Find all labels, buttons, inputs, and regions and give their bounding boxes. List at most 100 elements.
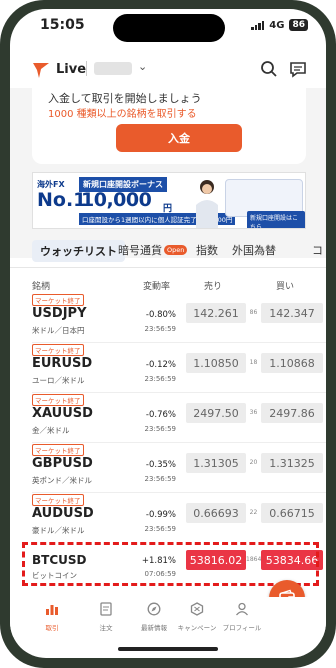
bottom-navigation: 取引 注文 最新情報 キャンペーン プロフィール: [10, 597, 326, 637]
message-icon[interactable]: [289, 60, 307, 78]
ad-person-image: [196, 180, 218, 228]
symbol-name: 金／米ドル: [32, 426, 70, 435]
market-closed-badge: マーケット終了: [32, 344, 84, 356]
column-change: 変動率: [143, 282, 171, 292]
symbol-label: GBPUSD: [32, 456, 93, 471]
deposit-button[interactable]: 入金: [116, 124, 242, 152]
column-sell: 売り: [204, 282, 223, 292]
brand-logo-icon: [33, 63, 49, 78]
market-tabs: ウォッチリスト 暗号通貨 Open 指数 外国為替 コ: [10, 238, 326, 266]
change-percent: -0.76%: [145, 410, 176, 420]
promo-title: 入金して取引を開始しましょう: [48, 92, 202, 105]
market-closed-badge: マーケット終了: [32, 394, 84, 406]
tab-forex[interactable]: 外国為替: [232, 242, 276, 258]
change-percent: -0.12%: [145, 360, 176, 370]
market-closed-badge: マーケット終了: [32, 294, 84, 306]
status-bar: 15:05 4G 86: [10, 9, 326, 47]
buy-price-button[interactable]: 1.10868: [261, 353, 323, 373]
symbol-label: XAUUSD: [32, 406, 93, 421]
tab-crypto-label: 暗号通貨: [118, 244, 162, 257]
status-time: 15:05: [40, 17, 85, 33]
app-header: Live ⌄: [10, 54, 326, 88]
tab-crypto[interactable]: 暗号通貨 Open: [118, 242, 188, 258]
ad-amount: 10,000: [81, 189, 152, 211]
deposit-promo-card: 入金して取引を開始しましょう 1000 種類以上の銘柄を取引する 入金: [32, 88, 306, 164]
symbol-name: ユーロ／米ドル: [32, 376, 85, 385]
row-divider: [32, 392, 326, 393]
symbol-name: 米ドル／日本円: [32, 326, 85, 335]
spread-value: 20: [249, 459, 258, 466]
document-icon: [100, 602, 112, 616]
spread-value: 36: [249, 409, 258, 416]
highlight-annotation-box: [22, 542, 319, 586]
change-percent: -0.35%: [145, 460, 176, 470]
account-number-masked[interactable]: [94, 62, 132, 75]
chevron-down-icon[interactable]: ⌄: [138, 60, 147, 73]
ad-rank-block: 海外FX No.1: [37, 179, 87, 211]
bonus-ad-banner[interactable]: 海外FX No.1 新規口座開設ボーナス 10,000 円 口座開設から1週間以…: [32, 172, 306, 229]
buy-price-button[interactable]: 1.31325: [261, 453, 323, 473]
row-divider: [32, 492, 326, 493]
tab-watchlist[interactable]: ウォッチリスト: [32, 240, 125, 262]
buy-price-button[interactable]: 2497.86: [261, 403, 323, 423]
open-badge: Open: [164, 245, 188, 255]
chart-bars-icon: [46, 605, 58, 615]
nav-trade-label: 取引: [45, 624, 59, 632]
search-icon[interactable]: [260, 60, 278, 78]
compass-icon: [147, 602, 161, 616]
quote-time: 23:56:59: [144, 325, 176, 333]
gift-icon: [190, 602, 204, 616]
quote-row-usdjpy[interactable]: マーケット終了 USDJPY 米ドル／日本円 -0.80% 23:56:59 1…: [10, 294, 326, 343]
quote-time: 23:56:59: [144, 475, 176, 483]
dynamic-island: [113, 14, 225, 42]
change-percent: -0.80%: [145, 310, 176, 320]
nav-profile[interactable]: プロフィール: [214, 601, 270, 632]
sell-price-button[interactable]: 142.261: [186, 303, 246, 323]
quote-row-xauusd[interactable]: マーケット終了 XAUUSD 金／米ドル -0.76% 23:56:59 249…: [10, 394, 326, 443]
tabs-divider: [10, 267, 326, 268]
signal-icon: [251, 20, 265, 30]
ad-cta[interactable]: 新規口座開設はこちら: [247, 211, 305, 228]
spread-value: 86: [249, 309, 258, 316]
symbol-label: EURUSD: [32, 356, 93, 371]
quote-time: 23:56:59: [144, 425, 176, 433]
change-percent: -0.99%: [145, 510, 176, 520]
header-divider: [86, 61, 87, 76]
quote-row-eurusd[interactable]: マーケット終了 EURUSD ユーロ／米ドル -0.12% 23:56:59 1…: [10, 344, 326, 393]
promo-subtitle: 1000 種類以上の銘柄を取引する: [48, 109, 197, 120]
spread-value: 22: [249, 509, 258, 516]
home-indicator: [118, 647, 218, 651]
status-indicators: 4G 86: [251, 19, 308, 31]
spread-value: 18: [249, 359, 258, 366]
symbol-label: AUDUSD: [32, 506, 94, 521]
quote-row-gbpusd[interactable]: マーケット終了 GBPUSD 英ポンド／米ドル -0.35% 23:56:59 …: [10, 444, 326, 493]
ad-no1-text: No.1: [37, 189, 87, 211]
account-type-label[interactable]: Live: [56, 62, 86, 77]
phone-frame: 15:05 4G 86 Live ⌄ 入金して取引を開始しましょう 1000 種…: [0, 0, 336, 668]
column-buy: 買い: [276, 282, 295, 292]
quote-row-audusd[interactable]: マーケット終了 AUDUSD 豪ドル／米ドル -0.99% 23:56:59 0…: [10, 494, 326, 543]
tab-indices[interactable]: 指数: [196, 242, 218, 258]
buy-price-button[interactable]: 142.347: [261, 303, 323, 323]
symbol-name: 英ポンド／米ドル: [32, 476, 92, 485]
nav-trade[interactable]: 取引: [24, 601, 80, 632]
sell-price-button[interactable]: 1.31305: [186, 453, 246, 473]
market-closed-badge: マーケット終了: [32, 444, 84, 456]
person-icon: [236, 602, 248, 616]
tab-commodities[interactable]: コ: [312, 242, 323, 258]
buy-price-button[interactable]: 0.66715: [261, 503, 323, 523]
nav-profile-label: プロフィール: [222, 624, 262, 632]
column-symbol: 銘柄: [32, 282, 51, 292]
sell-price-button[interactable]: 0.66693: [186, 503, 246, 523]
sell-price-button[interactable]: 1.10850: [186, 353, 246, 373]
sell-price-button[interactable]: 2497.50: [186, 403, 246, 423]
row-divider: [32, 442, 326, 443]
quote-time: 23:56:59: [144, 375, 176, 383]
symbol-label: USDJPY: [32, 306, 87, 321]
quote-time: 23:56:59: [144, 525, 176, 533]
symbol-name: 豪ドル／米ドル: [32, 526, 85, 535]
battery-icon: 86: [289, 19, 308, 31]
row-divider: [32, 342, 326, 343]
market-closed-badge: マーケット終了: [32, 494, 84, 506]
app-screen: 15:05 4G 86 Live ⌄ 入金して取引を開始しましょう 1000 種…: [10, 9, 326, 658]
